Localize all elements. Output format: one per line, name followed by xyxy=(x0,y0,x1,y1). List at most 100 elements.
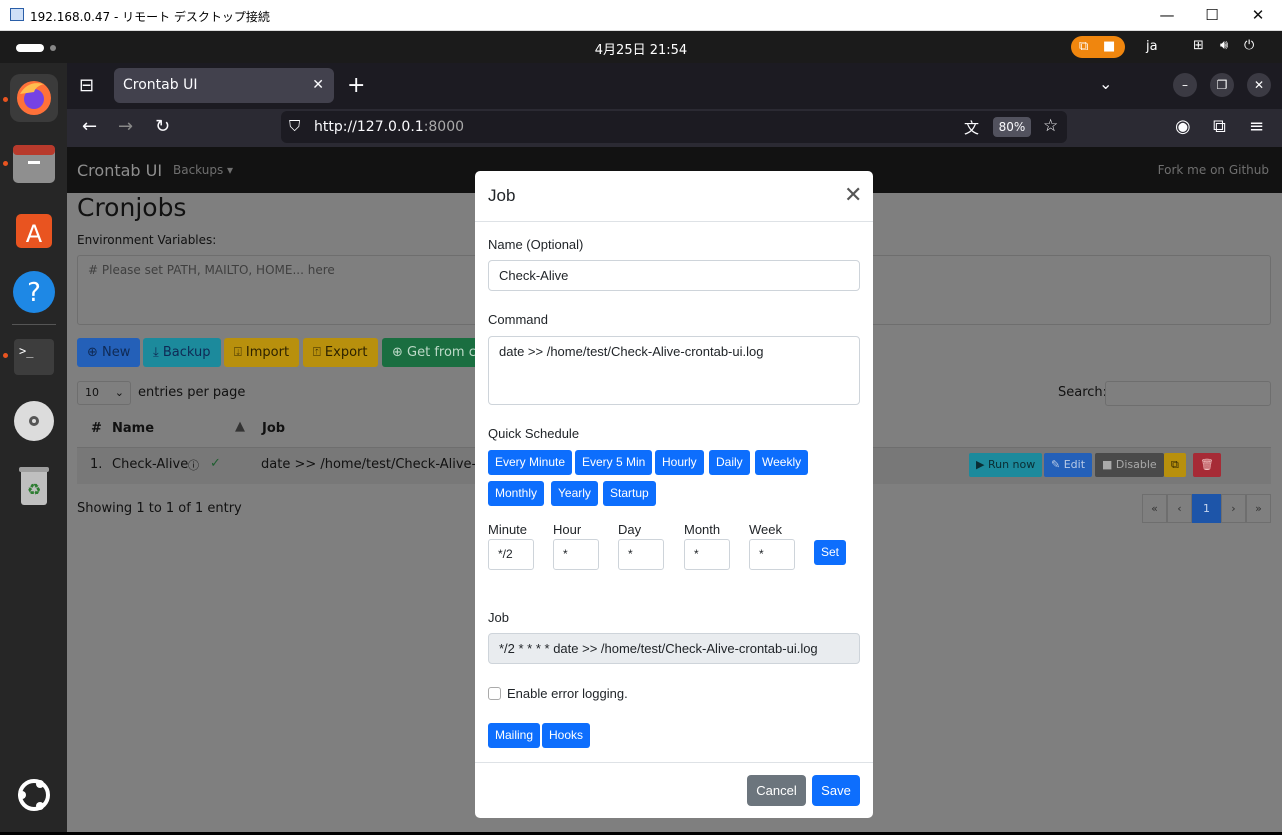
minute-input[interactable]: */2 xyxy=(488,539,534,570)
window-title: 192.168.0.47 - リモート デスクトップ接続 xyxy=(30,10,270,24)
row-name: Check-Alive xyxy=(112,457,189,472)
close-icon[interactable]: ✕ xyxy=(844,183,862,207)
reload-icon[interactable]: ↻ xyxy=(155,116,170,137)
network-icon[interactable]: ⊞ xyxy=(1193,38,1204,53)
new-tab-icon[interactable]: + xyxy=(347,73,365,98)
col-name[interactable]: Name xyxy=(112,421,154,436)
job-preview: */2 * * * * date >> /home/test/Check-Ali… xyxy=(488,633,860,664)
input-language[interactable]: ja xyxy=(1146,39,1158,54)
monthly-button[interactable]: Monthly xyxy=(488,481,545,506)
every-5-min-button[interactable]: Every 5 Min xyxy=(575,450,653,475)
search-input[interactable] xyxy=(1105,381,1271,406)
command-textarea[interactable]: date >> /home/test/Check-Alive-crontab-u… xyxy=(488,336,860,405)
forward-icon[interactable]: → xyxy=(118,116,133,137)
backups-menu[interactable]: Backups ▾ xyxy=(173,163,233,177)
col-job[interactable]: Job xyxy=(262,421,285,436)
hourly-button[interactable]: Hourly xyxy=(655,450,704,475)
fork-link[interactable]: Fork me on Github xyxy=(1158,163,1269,177)
daily-button[interactable]: Daily xyxy=(709,450,750,475)
page-next[interactable]: › xyxy=(1221,494,1246,523)
terminal-icon[interactable]: >_ xyxy=(10,333,58,381)
volume-icon[interactable]: 🔊︎ xyxy=(1220,38,1228,53)
page-last[interactable]: » xyxy=(1246,494,1271,523)
every-minute-button[interactable]: Every Minute xyxy=(488,450,573,475)
cancel-button[interactable]: Cancel xyxy=(747,775,806,806)
zoom-level[interactable]: 80% xyxy=(993,117,1031,137)
new-button[interactable]: ⊕ New xyxy=(77,338,141,367)
col-num[interactable]: # xyxy=(91,421,102,436)
tab-title: Crontab UI xyxy=(123,77,198,93)
browser-restore-button[interactable]: ❐ xyxy=(1210,73,1234,97)
delete-button[interactable]: 🗑︎ xyxy=(1193,453,1221,477)
name-input[interactable]: Check-Alive xyxy=(488,260,860,291)
month-input[interactable]: * xyxy=(684,539,730,570)
row-num: 1. xyxy=(90,457,103,472)
duplicate-button[interactable]: ⧉ xyxy=(1164,453,1186,477)
tab-crontab-ui[interactable]: Crontab UI ✕ xyxy=(114,68,334,103)
back-icon[interactable]: ← xyxy=(82,116,97,137)
stop-icon: ■ xyxy=(1103,39,1116,54)
showing-info: Showing 1 to 1 of 1 entry xyxy=(77,501,242,516)
page-prev[interactable]: ‹ xyxy=(1167,494,1192,523)
help-icon[interactable]: ? xyxy=(10,268,58,316)
disable-button[interactable]: ■ Disable xyxy=(1095,453,1164,477)
mailing-button[interactable]: Mailing xyxy=(488,723,541,748)
shield-icon[interactable]: ⛉ xyxy=(289,117,300,135)
screen-sharing-indicator[interactable]: ⧉ ■ xyxy=(1071,36,1125,58)
edit-button[interactable]: ✎ Edit xyxy=(1044,453,1093,477)
sort-icon[interactable]: ▲ xyxy=(235,419,245,434)
quick-schedule-label: Quick Schedule xyxy=(488,426,580,441)
menu-icon[interactable]: ≡ xyxy=(1249,116,1264,137)
page-first[interactable]: « xyxy=(1142,494,1167,523)
translate-icon[interactable]: 文 xyxy=(964,117,979,138)
info-icon[interactable]: ⓘ xyxy=(188,457,199,473)
set-button[interactable]: Set xyxy=(814,540,847,565)
firefox-icon[interactable] xyxy=(10,74,58,122)
browser-minimize-button[interactable]: – xyxy=(1173,73,1197,97)
run-now-button[interactable]: ▶ Run now xyxy=(969,453,1043,477)
hour-label: Hour xyxy=(553,522,582,537)
yearly-button[interactable]: Yearly xyxy=(551,481,598,506)
week-input[interactable]: * xyxy=(749,539,795,570)
hour-input[interactable]: * xyxy=(553,539,599,570)
tab-close-icon[interactable]: ✕ xyxy=(312,68,324,103)
extensions-icon[interactable]: ⧉ xyxy=(1213,116,1226,137)
import-button[interactable]: ⍗ Import xyxy=(224,338,300,367)
files-icon[interactable] xyxy=(10,139,58,187)
rdp-title-bar: 192.168.0.47 - リモート デスクトップ接続 — ☐ ✕ xyxy=(0,0,1282,31)
name-label: Name (Optional) xyxy=(488,237,584,252)
weekly-button[interactable]: Weekly xyxy=(755,450,809,475)
firefox-view-icon[interactable]: ⊟ xyxy=(79,75,94,96)
day-input[interactable]: * xyxy=(618,539,664,570)
trash-icon[interactable]: ♻ xyxy=(10,461,58,509)
maximize-button[interactable]: ☐ xyxy=(1197,5,1227,25)
month-label: Month xyxy=(684,522,721,537)
brand[interactable]: Crontab UI xyxy=(77,161,162,180)
entries-select[interactable]: 10 ⌄ xyxy=(77,381,131,405)
browser-tab-bar: ⊟ Crontab UI ✕ + ⌄ – ❐ ✕ xyxy=(67,63,1282,109)
app-center-icon[interactable]: A xyxy=(10,204,58,252)
page-1[interactable]: 1 xyxy=(1192,494,1221,523)
running-indicator xyxy=(3,97,8,102)
check-icon: ✓ xyxy=(210,456,221,471)
hooks-button[interactable]: Hooks xyxy=(542,723,591,748)
show-apps-icon[interactable] xyxy=(10,771,58,819)
power-icon[interactable]: ⏻ xyxy=(1244,38,1254,53)
running-indicator xyxy=(3,353,8,358)
save-button[interactable]: Save xyxy=(812,775,860,806)
minimize-button[interactable]: — xyxy=(1152,5,1182,25)
running-indicator xyxy=(3,161,8,166)
url-bar[interactable]: ⛉ http://127.0.0.1:8000 文 80% ☆ xyxy=(281,111,1067,143)
disc-icon[interactable] xyxy=(10,397,58,445)
error-logging-checkbox[interactable] xyxy=(488,687,501,700)
backup-button[interactable]: ⤓ Backup xyxy=(143,338,221,367)
error-logging-label[interactable]: Enable error logging. xyxy=(507,686,628,701)
list-tabs-icon[interactable]: ⌄ xyxy=(1099,74,1112,93)
browser-close-button[interactable]: ✕ xyxy=(1247,73,1271,97)
account-icon[interactable]: ◉ xyxy=(1175,116,1191,137)
close-window-button[interactable]: ✕ xyxy=(1243,5,1273,25)
export-button[interactable]: ⍐ Export xyxy=(303,338,378,367)
url-text[interactable]: http://127.0.0.1:8000 xyxy=(314,119,464,135)
bookmark-star-icon[interactable]: ☆ xyxy=(1043,116,1058,136)
startup-button[interactable]: Startup xyxy=(603,481,656,506)
